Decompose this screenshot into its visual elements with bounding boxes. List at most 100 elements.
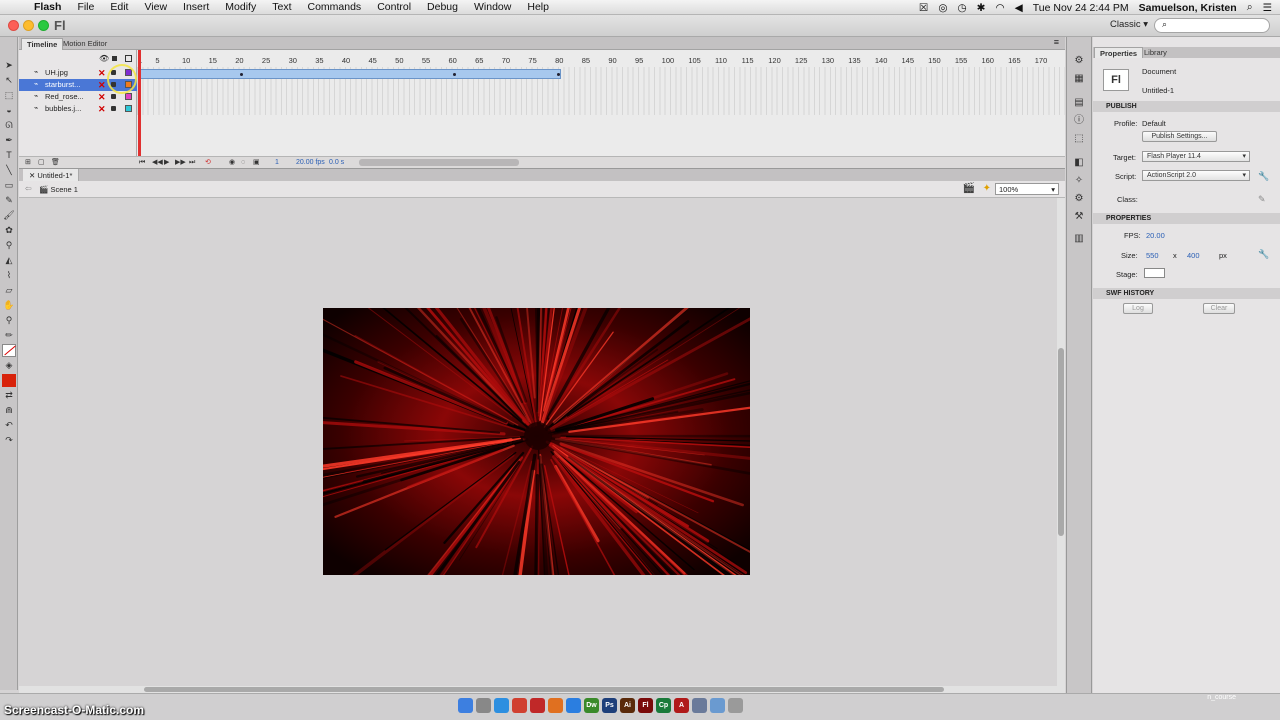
last-frame-icon[interactable]: ⏭ bbox=[189, 157, 195, 168]
keyframe-marker[interactable] bbox=[453, 73, 456, 76]
close-window-button[interactable] bbox=[8, 20, 19, 31]
motion-presets-icon[interactable]: ✧ bbox=[1072, 175, 1086, 187]
minimize-window-button[interactable] bbox=[23, 20, 34, 31]
back-arrow-icon[interactable]: ⇦ bbox=[25, 184, 32, 193]
library-panel-icon[interactable]: ⚙ bbox=[1072, 55, 1086, 67]
menu-view[interactable]: View bbox=[136, 1, 175, 13]
dock-chrome-icon[interactable] bbox=[512, 698, 527, 713]
menu-control[interactable]: Control bbox=[369, 1, 419, 13]
align-panel-icon[interactable]: ▤ bbox=[1072, 97, 1086, 109]
dock-photoshop-icon[interactable]: Ps bbox=[602, 698, 617, 713]
stage-height[interactable]: 400 bbox=[1187, 251, 1200, 260]
zoom-tool-icon[interactable]: ⚲ bbox=[2, 314, 16, 327]
dock-safari-icon[interactable] bbox=[494, 698, 509, 713]
pencil-icon[interactable]: ✎ bbox=[1258, 194, 1266, 205]
lock-all-icon[interactable] bbox=[112, 56, 117, 61]
new-folder-icon[interactable]: ▢ bbox=[38, 157, 45, 168]
onion-skin-icon[interactable]: ◉ bbox=[229, 157, 235, 168]
current-frame[interactable]: 1 bbox=[275, 157, 279, 168]
camera-icon[interactable]: ◎ bbox=[938, 2, 947, 14]
lock-icon[interactable] bbox=[111, 94, 116, 99]
timeline-hscroll[interactable] bbox=[359, 159, 519, 166]
script-dropdown[interactable]: ActionScript 2.0 ▾ bbox=[1142, 170, 1250, 181]
layer-color-swatch[interactable] bbox=[125, 105, 132, 112]
wifi-icon[interactable]: ◠ bbox=[995, 2, 1004, 14]
layer-name[interactable]: Red_rose... bbox=[45, 91, 84, 103]
clock[interactable]: Tue Nov 24 2:44 PM bbox=[1033, 2, 1129, 14]
free-transform-tool-icon[interactable]: ⬚ bbox=[2, 89, 16, 102]
log-button[interactable]: Log bbox=[1123, 303, 1153, 314]
pasteboard[interactable] bbox=[19, 198, 1057, 686]
publish-section-header[interactable]: PUBLISH bbox=[1093, 101, 1280, 112]
hand-tool-icon[interactable]: ✋ bbox=[2, 299, 16, 312]
menu-commands[interactable]: Commands bbox=[300, 1, 370, 13]
edit-symbol-icon[interactable]: ✦ bbox=[983, 183, 991, 194]
stage-vertical-scrollbar[interactable] bbox=[1057, 198, 1065, 686]
line-tool-icon[interactable]: ╲ bbox=[2, 164, 16, 177]
transform-panel-icon[interactable]: ⬚ bbox=[1072, 133, 1086, 145]
delete-layer-icon[interactable]: 🗑 bbox=[51, 157, 60, 168]
time-machine-icon[interactable]: ◷ bbox=[958, 2, 967, 14]
paint-bucket-tool-icon[interactable]: ◭ bbox=[2, 254, 16, 267]
selection-tool-icon[interactable]: ➤ bbox=[2, 59, 16, 72]
tab-properties[interactable]: Properties bbox=[1094, 47, 1144, 58]
edit-scene-icon[interactable]: 🎬 bbox=[963, 183, 975, 194]
layer-name[interactable]: UH.jpg bbox=[45, 67, 68, 79]
menu-debug[interactable]: Debug bbox=[419, 1, 466, 13]
snap-icon[interactable]: ⋒ bbox=[2, 404, 16, 417]
tab-timeline[interactable]: Timeline bbox=[21, 38, 64, 50]
edit-multiple-icon[interactable]: ▣ bbox=[253, 157, 260, 168]
layer-name[interactable]: starburst... bbox=[45, 79, 80, 91]
keyframe-marker[interactable] bbox=[240, 73, 243, 76]
history-panel-icon[interactable]: ▥ bbox=[1072, 233, 1086, 245]
dock-preview-icon[interactable] bbox=[692, 698, 707, 713]
swap-colors-icon[interactable]: ⇄ bbox=[2, 389, 16, 402]
smooth-icon[interactable]: ↶ bbox=[2, 419, 16, 432]
frame-rate[interactable]: 20.00 fps bbox=[296, 157, 325, 168]
hidden-x-icon[interactable]: ✕ bbox=[98, 103, 106, 115]
swatches-panel-icon[interactable]: ▦ bbox=[1072, 73, 1086, 85]
stroke-color-icon[interactable]: ✏ bbox=[2, 329, 16, 342]
step-forward-icon[interactable]: ▶▶ bbox=[175, 157, 186, 168]
loop-icon[interactable]: ⟲ bbox=[205, 157, 211, 168]
elapsed-time[interactable]: 0.0 s bbox=[329, 157, 344, 168]
zoom-window-button[interactable] bbox=[38, 20, 49, 31]
menu-help[interactable]: Help bbox=[519, 1, 557, 13]
hidden-x-icon[interactable]: ✕ bbox=[98, 91, 106, 103]
new-layer-icon[interactable]: ⊞ bbox=[25, 157, 31, 168]
menu-edit[interactable]: Edit bbox=[102, 1, 136, 13]
scene-breadcrumb[interactable]: 🎬 Scene 1 bbox=[39, 185, 78, 194]
dock-flash-icon[interactable]: Fl bbox=[638, 698, 653, 713]
eyedropper-tool-icon[interactable]: ⌇ bbox=[2, 269, 16, 282]
stage-color-swatch[interactable] bbox=[1144, 268, 1165, 278]
code-snippets-icon[interactable]: ⚒ bbox=[1072, 211, 1086, 223]
dock-folder-icon[interactable] bbox=[710, 698, 725, 713]
menu-window[interactable]: Window bbox=[466, 1, 519, 13]
dock-illustrator-icon[interactable]: Ai bbox=[620, 698, 635, 713]
stage-horizontal-scrollbar[interactable] bbox=[19, 686, 1065, 693]
no-stroke-swatch[interactable] bbox=[2, 344, 16, 357]
deco-tool-icon[interactable]: ✿ bbox=[2, 224, 16, 237]
layer-color-swatch[interactable] bbox=[125, 93, 132, 100]
menu-file[interactable]: File bbox=[69, 1, 102, 13]
volume-icon[interactable]: ◀ bbox=[1015, 2, 1023, 14]
keyframe-marker[interactable] bbox=[557, 73, 560, 76]
properties-section-header[interactable]: PROPERTIES bbox=[1093, 213, 1280, 224]
menu-text[interactable]: Text bbox=[264, 1, 299, 13]
hidden-x-icon[interactable]: ✕ bbox=[98, 67, 106, 79]
stage-starburst-image[interactable] bbox=[323, 308, 750, 575]
brush-tool-icon[interactable]: 🖌 bbox=[2, 209, 16, 222]
layer-name[interactable]: bubbles.j... bbox=[45, 103, 81, 115]
dock-dreamweaver-icon[interactable]: Dw bbox=[584, 698, 599, 713]
text-tool-icon[interactable]: T bbox=[2, 149, 16, 162]
target-dropdown[interactable]: Flash Player 11.4 ▾ bbox=[1142, 151, 1250, 162]
menu-app[interactable]: Flash bbox=[26, 1, 69, 13]
swf-history-section-header[interactable]: SWF HISTORY bbox=[1093, 288, 1280, 299]
outline-all-icon[interactable] bbox=[125, 55, 132, 62]
clear-button[interactable]: Clear bbox=[1203, 303, 1235, 314]
zoom-dropdown[interactable]: 100% ▾ bbox=[995, 183, 1059, 195]
menu-insert[interactable]: Insert bbox=[175, 1, 217, 13]
pen-tool-icon[interactable]: ✒ bbox=[2, 134, 16, 147]
wrench-icon[interactable]: 🔧 bbox=[1258, 249, 1269, 260]
rectangle-tool-icon[interactable]: ▭ bbox=[2, 179, 16, 192]
